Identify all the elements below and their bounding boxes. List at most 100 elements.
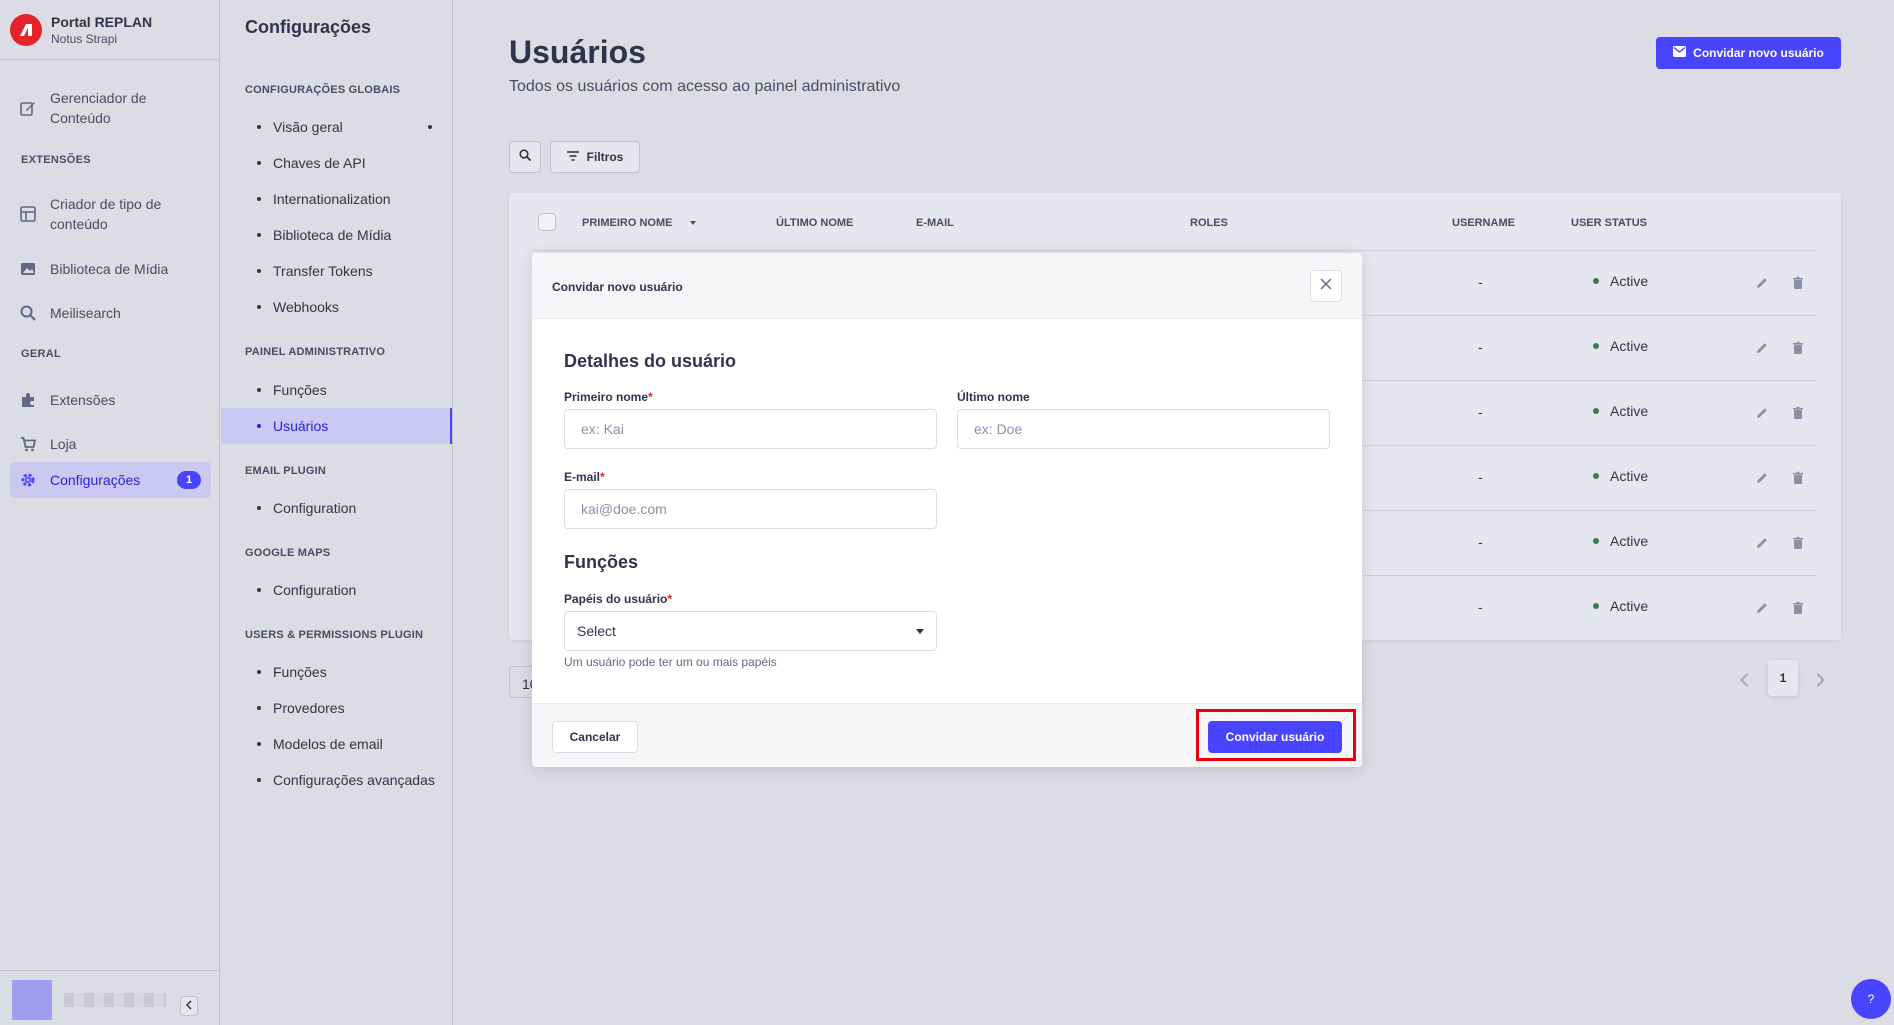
nav-marketplace-label: Loja: [50, 436, 77, 452]
cancel-button[interactable]: Cancelar: [552, 721, 638, 753]
nav-section-general: GERAL: [21, 348, 61, 360]
status-cell: Active: [1593, 403, 1648, 419]
image-icon: [20, 261, 36, 277]
subnav-item-advanced-settings[interactable]: Configurações avançadas: [221, 762, 452, 798]
subnav-item-email-templates[interactable]: Modelos de email: [221, 726, 452, 762]
subnav-item-roles[interactable]: Funções: [221, 372, 452, 408]
user-avatar[interactable]: [12, 980, 52, 1020]
trash-icon[interactable]: [1790, 600, 1806, 616]
status-label: Active: [1610, 533, 1649, 549]
last-name-label: Último nome: [957, 390, 1030, 404]
edit-icon[interactable]: [1754, 535, 1770, 551]
close-icon: [1320, 277, 1332, 295]
last-name-input[interactable]: [957, 409, 1330, 449]
invite-new-user-button[interactable]: Convidar novo usuário: [1656, 37, 1841, 69]
subnav-item-label: Provedores: [273, 700, 345, 716]
subnav-item-label: Visão geral: [273, 119, 343, 135]
status-cell: Active: [1593, 273, 1648, 289]
user-roles-select-value: Select: [577, 623, 616, 639]
subnav-item-label: Configuration: [273, 582, 357, 598]
required-mark: *: [600, 470, 605, 484]
sort-caret-icon: [689, 221, 696, 226]
subnav-item-email-configuration[interactable]: Configuration: [221, 490, 452, 526]
column-header-roles: ROLES: [1190, 217, 1228, 229]
brand-subtitle: Notus Strapi: [51, 31, 118, 46]
edit-icon[interactable]: [1754, 405, 1770, 421]
subnav-item-providers[interactable]: Provedores: [221, 690, 452, 726]
nav-content-manager[interactable]: Gerenciador de Conteúdo: [10, 80, 211, 136]
column-header-email[interactable]: E-MAIL: [916, 217, 954, 229]
nav-meilisearch[interactable]: Meilisearch: [10, 295, 211, 331]
nav-marketplace[interactable]: Loja: [10, 426, 211, 462]
trash-icon[interactable]: [1790, 340, 1806, 356]
filters-button[interactable]: Filtros: [550, 141, 640, 173]
help-button[interactable]: ?: [1851, 979, 1891, 1019]
nav-media-library[interactable]: Biblioteca de Mídia: [10, 251, 211, 287]
bullet-icon: [257, 424, 261, 428]
search-button[interactable]: [509, 141, 541, 173]
collapse-nav-button[interactable]: [180, 996, 198, 1016]
subnav-section-global: CONFIGURAÇÕES GLOBAIS: [245, 84, 401, 96]
subnav-section-maps: GOOGLE MAPS: [245, 547, 331, 559]
nav-settings[interactable]: Configurações 1: [10, 462, 211, 498]
brand-title: Portal REPLAN: [51, 13, 153, 30]
subnav-title: Configurações: [245, 17, 372, 37]
subnav-item-overview[interactable]: Visão geral: [221, 109, 452, 145]
subnav-item-label: Webhooks: [273, 299, 339, 315]
subnav-item-label: Configurações avançadas: [273, 772, 435, 788]
invite-user-submit-button[interactable]: Convidar usuário: [1208, 721, 1342, 753]
trash-icon[interactable]: [1790, 405, 1806, 421]
nav-plugins[interactable]: Extensões: [10, 382, 211, 418]
bullet-icon: [257, 670, 261, 674]
edit-icon[interactable]: [1754, 600, 1770, 616]
bullet-icon: [257, 197, 261, 201]
subnav-item-users[interactable]: Usuários: [221, 408, 452, 444]
nav-content-type-builder[interactable]: Criador de tipo de conteúdo: [10, 186, 211, 242]
brand: Portal REPLAN Notus Strapi: [0, 0, 219, 60]
layout-icon: [20, 206, 36, 222]
next-page-button[interactable]: [1810, 666, 1830, 698]
trash-icon[interactable]: [1790, 470, 1806, 486]
subnav-item-maps-configuration[interactable]: Configuration: [221, 572, 452, 608]
subnav-item-api-tokens[interactable]: Chaves de API: [221, 145, 452, 181]
roles-heading: Funções: [564, 552, 639, 572]
subnav-item-up-roles[interactable]: Funções: [221, 654, 452, 690]
user-details-heading: Detalhes do usuário: [564, 351, 737, 371]
column-header-last-name[interactable]: ÚLTIMO NOME: [776, 217, 853, 229]
status-dot-icon: [1593, 473, 1599, 479]
required-mark: *: [667, 592, 673, 606]
filter-icon: [566, 150, 579, 164]
bullet-icon: [257, 388, 261, 392]
username-cell: -: [1478, 534, 1483, 550]
nav-settings-label: Configurações: [50, 472, 141, 488]
user-roles-label: Papéis do usuário*: [564, 592, 673, 606]
select-all-checkbox[interactable]: [538, 213, 556, 231]
edit-icon[interactable]: [1754, 470, 1770, 486]
close-modal-button[interactable]: [1310, 270, 1342, 302]
first-name-input[interactable]: [564, 409, 937, 449]
trash-icon[interactable]: [1790, 275, 1806, 291]
status-dot-icon: [1593, 603, 1599, 609]
subnav-item-internationalization[interactable]: Internationalization: [221, 181, 452, 217]
column-header-first-name[interactable]: PRIMEIRO NOME: [582, 217, 696, 229]
new-indicator-dot: [428, 125, 432, 129]
status-dot-icon: [1593, 343, 1599, 349]
subnav-item-label: Transfer Tokens: [273, 263, 373, 279]
trash-icon[interactable]: [1790, 535, 1806, 551]
email-input[interactable]: [564, 489, 937, 529]
bullet-icon: [257, 305, 261, 309]
search-icon: [519, 148, 532, 166]
brand-logo: [10, 13, 42, 46]
page-number-current[interactable]: 1: [1768, 660, 1798, 696]
subnav-item-label: Funções: [273, 382, 327, 398]
status-cell: Active: [1593, 533, 1648, 549]
edit-icon[interactable]: [1754, 275, 1770, 291]
edit-icon[interactable]: [1754, 340, 1770, 356]
subnav-item-webhooks[interactable]: Webhooks: [221, 289, 452, 325]
bullet-icon: [257, 706, 261, 710]
user-roles-select[interactable]: Select: [564, 611, 937, 651]
column-header-username[interactable]: USERNAME: [1452, 217, 1515, 229]
subnav-item-transfer-tokens[interactable]: Transfer Tokens: [221, 253, 452, 289]
subnav-item-media-library[interactable]: Biblioteca de Mídia: [221, 217, 452, 253]
previous-page-button[interactable]: [1734, 666, 1754, 698]
